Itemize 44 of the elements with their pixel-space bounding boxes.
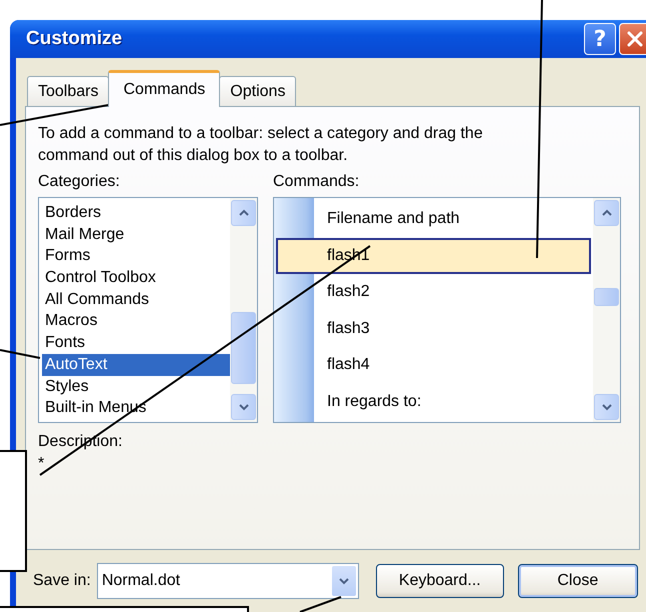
tab[interactable]: Options: [219, 76, 296, 106]
scroll-thumb[interactable]: [594, 288, 619, 306]
window-title: Customize: [26, 28, 122, 50]
scroll-up-button[interactable]: [231, 200, 256, 226]
dropdown-button[interactable]: [332, 566, 356, 596]
save-in-label: Save in:: [33, 572, 91, 590]
save-in-dropdown[interactable]: Normal.dot: [96, 563, 359, 599]
scrollbar[interactable]: [593, 198, 620, 422]
scrollbar[interactable]: [230, 198, 257, 422]
tab[interactable]: Toolbars: [27, 76, 110, 106]
scroll-thumb[interactable]: [231, 312, 256, 384]
list-item[interactable]: AutoText: [42, 354, 230, 376]
command-item[interactable]: flash3: [276, 310, 593, 347]
list-item[interactable]: Fonts: [42, 332, 230, 354]
leader-line: [300, 596, 342, 612]
dialog-button[interactable]: Keyboard...: [376, 564, 504, 598]
command-item[interactable]: flash4: [276, 347, 593, 384]
chevron-up-icon: [602, 209, 612, 217]
instructions-text: To add a command to a toolbar: select a category and drag the command out of this dialog box to a toolbar.: [38, 124, 484, 166]
tab[interactable]: Commands: [108, 70, 220, 107]
list-label: Categories:: [38, 172, 121, 192]
list-item[interactable]: Mail Merge: [42, 224, 230, 246]
command-item[interactable]: flash2: [276, 274, 593, 310]
list-item[interactable]: Styles: [42, 376, 230, 398]
list-label: Commands:: [273, 172, 360, 192]
list-item[interactable]: Macros: [42, 310, 230, 332]
description-text: *: [38, 454, 46, 474]
scroll-down-button[interactable]: [594, 394, 619, 420]
list-item[interactable]: All Commands: [42, 288, 230, 310]
list-item[interactable]: Forms: [42, 245, 230, 268]
chevron-down-icon: [602, 403, 612, 411]
help-button[interactable]: ?: [584, 23, 616, 55]
chevron-down-icon: [338, 577, 349, 585]
scroll-up-button[interactable]: [594, 200, 619, 226]
list-item[interactable]: Control Toolbox: [42, 267, 230, 289]
close-icon: [627, 31, 643, 47]
list-item[interactable]: Borders: [42, 202, 230, 224]
command-item[interactable]: In regards to:: [276, 384, 593, 420]
chevron-down-icon: [238, 403, 248, 411]
chevron-up-icon: [238, 209, 248, 217]
scroll-down-button[interactable]: [231, 394, 256, 420]
command-item[interactable]: Filename and path: [276, 201, 593, 238]
dialog-button[interactable]: Close: [518, 564, 638, 598]
close-button[interactable]: [619, 23, 646, 55]
